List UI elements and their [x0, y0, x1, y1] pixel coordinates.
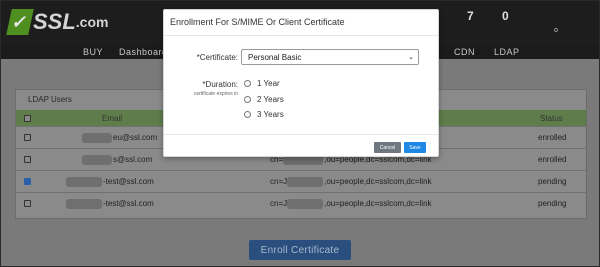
nav-item-dashboard[interactable]: Dashboard	[119, 45, 168, 59]
row-status: enrolled	[538, 133, 567, 142]
modal-header: Enrollment For S/MIME Or Client Certific…	[164, 10, 438, 36]
nav-item-cdn[interactable]: CDN	[454, 45, 475, 59]
radio-icon[interactable]	[244, 96, 251, 103]
save-button[interactable]: Save	[404, 142, 426, 153]
radio-icon[interactable]	[244, 80, 251, 87]
certificate-select[interactable]: Personal Basic ⌄	[241, 49, 419, 65]
certificate-label: *Certificate:	[196, 53, 238, 62]
row-checkbox[interactable]	[24, 134, 31, 141]
radio-icon[interactable]	[244, 111, 251, 118]
row-dn: ,ou=people,dc=sslcom,dc=link	[324, 199, 432, 208]
row-checkbox[interactable]	[24, 200, 31, 207]
row-email: s@ssl.com	[113, 155, 153, 164]
modal-title: Enrollment For S/MIME Or Client Certific…	[170, 17, 345, 27]
duration-option-label: 1 Year	[257, 79, 280, 88]
redacted-block	[287, 198, 324, 209]
row-dn: ,ou=people,dc=sslcom,dc=link	[324, 177, 432, 186]
chevron-down-icon: ⌄	[408, 54, 414, 61]
row-email: -test@ssl.com	[103, 177, 154, 186]
stat-2[interactable]: 0	[502, 9, 509, 23]
duration-option-label: 3 Years	[257, 110, 284, 119]
enrollment-modal: Enrollment For S/MIME Or Client Certific…	[163, 9, 439, 157]
certificate-select-value: Personal Basic	[248, 52, 302, 62]
duration-sublabel: certificate expires in	[193, 91, 238, 97]
cancel-button[interactable]: Cancel	[374, 142, 401, 153]
duration-option-3-years[interactable]: 3 Years	[244, 110, 284, 119]
redacted-block	[287, 176, 324, 187]
row-email: -test@ssl.com	[103, 199, 154, 208]
column-email: Email	[102, 113, 123, 123]
page-frame: ✓ SSL .com 7 0 o BUY Dashboard CDN LDAP …	[0, 0, 600, 267]
enroll-certificate-button[interactable]: Enroll Certificate	[249, 240, 351, 260]
stat-1[interactable]: 7	[467, 9, 474, 23]
logo-mark-icon: ✓	[6, 9, 34, 35]
table-row[interactable]: -test@ssl.com cn=J ,ou=people,dc=sslcom,d…	[16, 192, 586, 214]
duration-option-2-years[interactable]: 2 Years	[244, 95, 284, 104]
row-status: pending	[538, 199, 567, 208]
column-status: Status	[540, 113, 563, 123]
redacted-block	[82, 132, 112, 143]
row-dn-prefix: cn=J	[270, 177, 288, 186]
duration-option-label: 2 Years	[257, 95, 284, 104]
logout-dot[interactable]: o	[554, 27, 558, 34]
row-dn-prefix: cn=J	[270, 199, 288, 208]
duration-label: *Duration:	[202, 80, 238, 89]
logo-text: SSL	[33, 9, 76, 34]
duration-option-1-year[interactable]: 1 Year	[244, 79, 280, 88]
nav-item-buy[interactable]: BUY	[83, 45, 103, 59]
redacted-block	[66, 198, 102, 209]
redacted-block	[82, 154, 112, 165]
logo-suffix: .com	[75, 14, 109, 30]
row-checkbox[interactable]	[24, 156, 31, 163]
ssl-logo[interactable]: ✓ SSL .com	[6, 7, 109, 37]
row-status: enrolled	[538, 155, 567, 164]
table-row[interactable]: -test@ssl.com cn=J ,ou=people,dc=sslcom,d…	[16, 170, 586, 192]
row-status: pending	[538, 177, 567, 186]
nav-item-ldap[interactable]: LDAP	[494, 45, 520, 59]
row-checkbox[interactable]	[24, 178, 31, 185]
select-all-checkbox[interactable]	[24, 114, 31, 122]
modal-footer-divider	[164, 134, 438, 135]
redacted-block	[66, 176, 102, 187]
row-email: eu@ssl.com	[113, 133, 158, 142]
